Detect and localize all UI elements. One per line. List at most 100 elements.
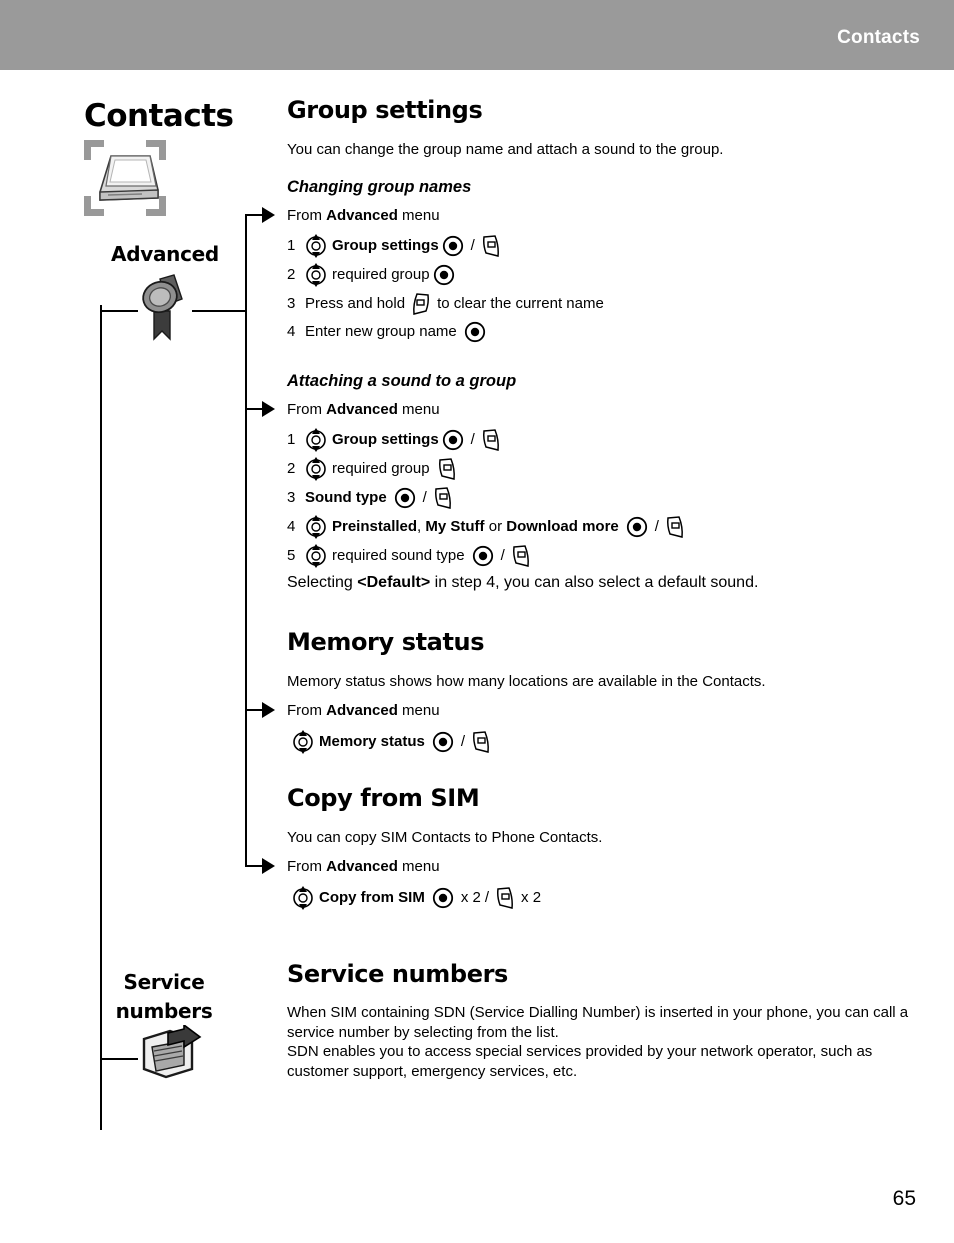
note-bold: <Default> bbox=[357, 574, 431, 591]
from-menu-line-changing-group-names: From Advanced menu bbox=[287, 206, 440, 226]
step-label-post: to clear the current name bbox=[437, 295, 604, 312]
from-prefix: From bbox=[287, 702, 322, 719]
separator-slash: / bbox=[500, 547, 505, 564]
nav-key-icon bbox=[305, 428, 327, 452]
arrow-attaching-sound bbox=[262, 401, 275, 417]
action-row-copy-from-sim: Copy from SIM x 2 / x 2 bbox=[292, 886, 541, 910]
from-suffix: menu bbox=[402, 401, 440, 418]
sidebar-item-service-numbers[interactable]: Service numbers bbox=[96, 968, 232, 1026]
step-number: 4 bbox=[287, 518, 296, 535]
chapter-title: Contacts bbox=[84, 98, 234, 134]
nav-key-icon bbox=[292, 886, 314, 910]
from-menu-line-memory-status: From Advanced menu bbox=[287, 701, 440, 721]
step-label: Group settings bbox=[332, 431, 439, 448]
from-prefix: From bbox=[287, 401, 322, 418]
note-pre: Selecting bbox=[287, 574, 353, 591]
arrow-copy-from-sim bbox=[262, 858, 275, 874]
step-number: 2 bbox=[287, 460, 296, 477]
tree-branch-column bbox=[245, 214, 247, 867]
from-menu-name: Advanced bbox=[326, 401, 398, 418]
subsection-title-attaching-sound: Attaching a sound to a group bbox=[287, 372, 517, 390]
step-row: 3 Sound type / bbox=[287, 486, 455, 510]
tree-branch-service-numbers bbox=[100, 1058, 138, 1060]
section-title-memory-status: Memory status bbox=[287, 628, 485, 656]
arrow-changing-group-names bbox=[262, 207, 275, 223]
separator-slash: / bbox=[470, 237, 475, 254]
header-title: Contacts bbox=[837, 27, 920, 48]
step-label: required group bbox=[332, 460, 430, 477]
right-soft-key-icon bbox=[511, 544, 531, 568]
step-label-pre: Press and hold bbox=[305, 295, 406, 312]
step-row: 4 Enter new group name bbox=[287, 321, 489, 343]
step-number: 4 bbox=[287, 323, 296, 340]
sidebar-item-service-numbers-line1: Service bbox=[123, 970, 205, 994]
nav-key-icon bbox=[305, 544, 327, 568]
separator-slash: / bbox=[654, 518, 659, 535]
ok-key-icon bbox=[464, 321, 486, 343]
from-menu-name: Advanced bbox=[326, 702, 398, 719]
note-default-sound: Selecting <Default> in step 4, you can a… bbox=[287, 574, 758, 592]
action-row-memory-status: Memory status / bbox=[292, 730, 493, 754]
right-soft-key-icon bbox=[481, 428, 501, 452]
section-title-copy-from-sim: Copy from SIM bbox=[287, 784, 480, 812]
section-title-service-numbers: Service numbers bbox=[287, 960, 508, 988]
page-number: 65 bbox=[892, 1187, 916, 1210]
sidebar-item-advanced[interactable]: Advanced bbox=[100, 242, 230, 266]
medal-icon bbox=[136, 273, 188, 348]
tree-branch-advanced-right bbox=[192, 310, 247, 312]
from-suffix: menu bbox=[402, 702, 440, 719]
arrow-memory-status bbox=[262, 702, 275, 718]
softkey-multiplier: x 2 bbox=[521, 889, 542, 906]
step-number: 5 bbox=[287, 547, 296, 564]
section-title-group-settings: Group settings bbox=[287, 96, 483, 124]
step-label: required group bbox=[332, 266, 430, 283]
step-label: Preinstalled, My Stuff or Download more bbox=[332, 518, 619, 535]
section-paragraph-service-numbers-1: When SIM containing SDN (Service Diallin… bbox=[287, 1004, 909, 1041]
note-post: in step 4, you can also select a default… bbox=[434, 574, 759, 591]
nav-key-icon bbox=[305, 457, 327, 481]
step-label: Sound type bbox=[305, 489, 387, 506]
separator-slash: / bbox=[422, 489, 427, 506]
right-soft-key-icon bbox=[433, 486, 453, 510]
separator-slash: / bbox=[470, 431, 475, 448]
separator-slash: / bbox=[484, 889, 490, 906]
sidebar-navigation-tree: Contacts Advanced Service numbers bbox=[0, 70, 285, 1243]
left-soft-key-icon bbox=[411, 292, 431, 316]
tree-branch-advanced-left bbox=[100, 310, 138, 312]
sim-export-icon bbox=[140, 1023, 202, 1088]
step-row: 4 Preinstalled, My Stuff or Download mor… bbox=[287, 515, 687, 539]
ok-key-icon bbox=[432, 731, 454, 753]
step-number: 1 bbox=[287, 431, 296, 448]
step-row: 3 Press and hold to clear the current na… bbox=[287, 292, 604, 316]
ok-multiplier: x 2 bbox=[460, 889, 481, 906]
step-row: 1 Group settings / bbox=[287, 234, 503, 258]
right-soft-key-icon bbox=[495, 886, 515, 910]
step-number: 3 bbox=[287, 295, 296, 312]
section-intro-group-settings: You can change the group name and attach… bbox=[287, 141, 724, 158]
step-label: Enter new group name bbox=[305, 323, 457, 340]
ok-key-icon bbox=[433, 264, 455, 286]
right-soft-key-icon bbox=[481, 234, 501, 258]
step-row: 2 required group bbox=[287, 263, 458, 287]
nav-key-icon bbox=[292, 730, 314, 754]
step-number: 2 bbox=[287, 266, 296, 283]
section-intro-copy-from-sim: You can copy SIM Contacts to Phone Conta… bbox=[287, 829, 603, 846]
separator-slash: / bbox=[460, 733, 466, 750]
page-header-bar: Contacts bbox=[0, 0, 954, 70]
step-label: Group settings bbox=[332, 237, 439, 254]
step-row: 1 Group settings / bbox=[287, 428, 503, 452]
from-prefix: From bbox=[287, 858, 322, 875]
ok-key-icon bbox=[394, 487, 416, 509]
section-intro-memory-status: Memory status shows how many locations a… bbox=[287, 673, 766, 690]
ok-key-icon bbox=[626, 516, 648, 538]
nav-key-icon bbox=[305, 234, 327, 258]
step-number: 3 bbox=[287, 489, 296, 506]
from-suffix: menu bbox=[402, 858, 440, 875]
nav-key-icon bbox=[305, 263, 327, 287]
ok-key-icon bbox=[442, 429, 464, 451]
right-soft-key-icon bbox=[665, 515, 685, 539]
ok-key-icon bbox=[472, 545, 494, 567]
right-soft-key-icon bbox=[437, 457, 457, 481]
ok-key-icon bbox=[442, 235, 464, 257]
action-label: Copy from SIM bbox=[319, 889, 425, 906]
